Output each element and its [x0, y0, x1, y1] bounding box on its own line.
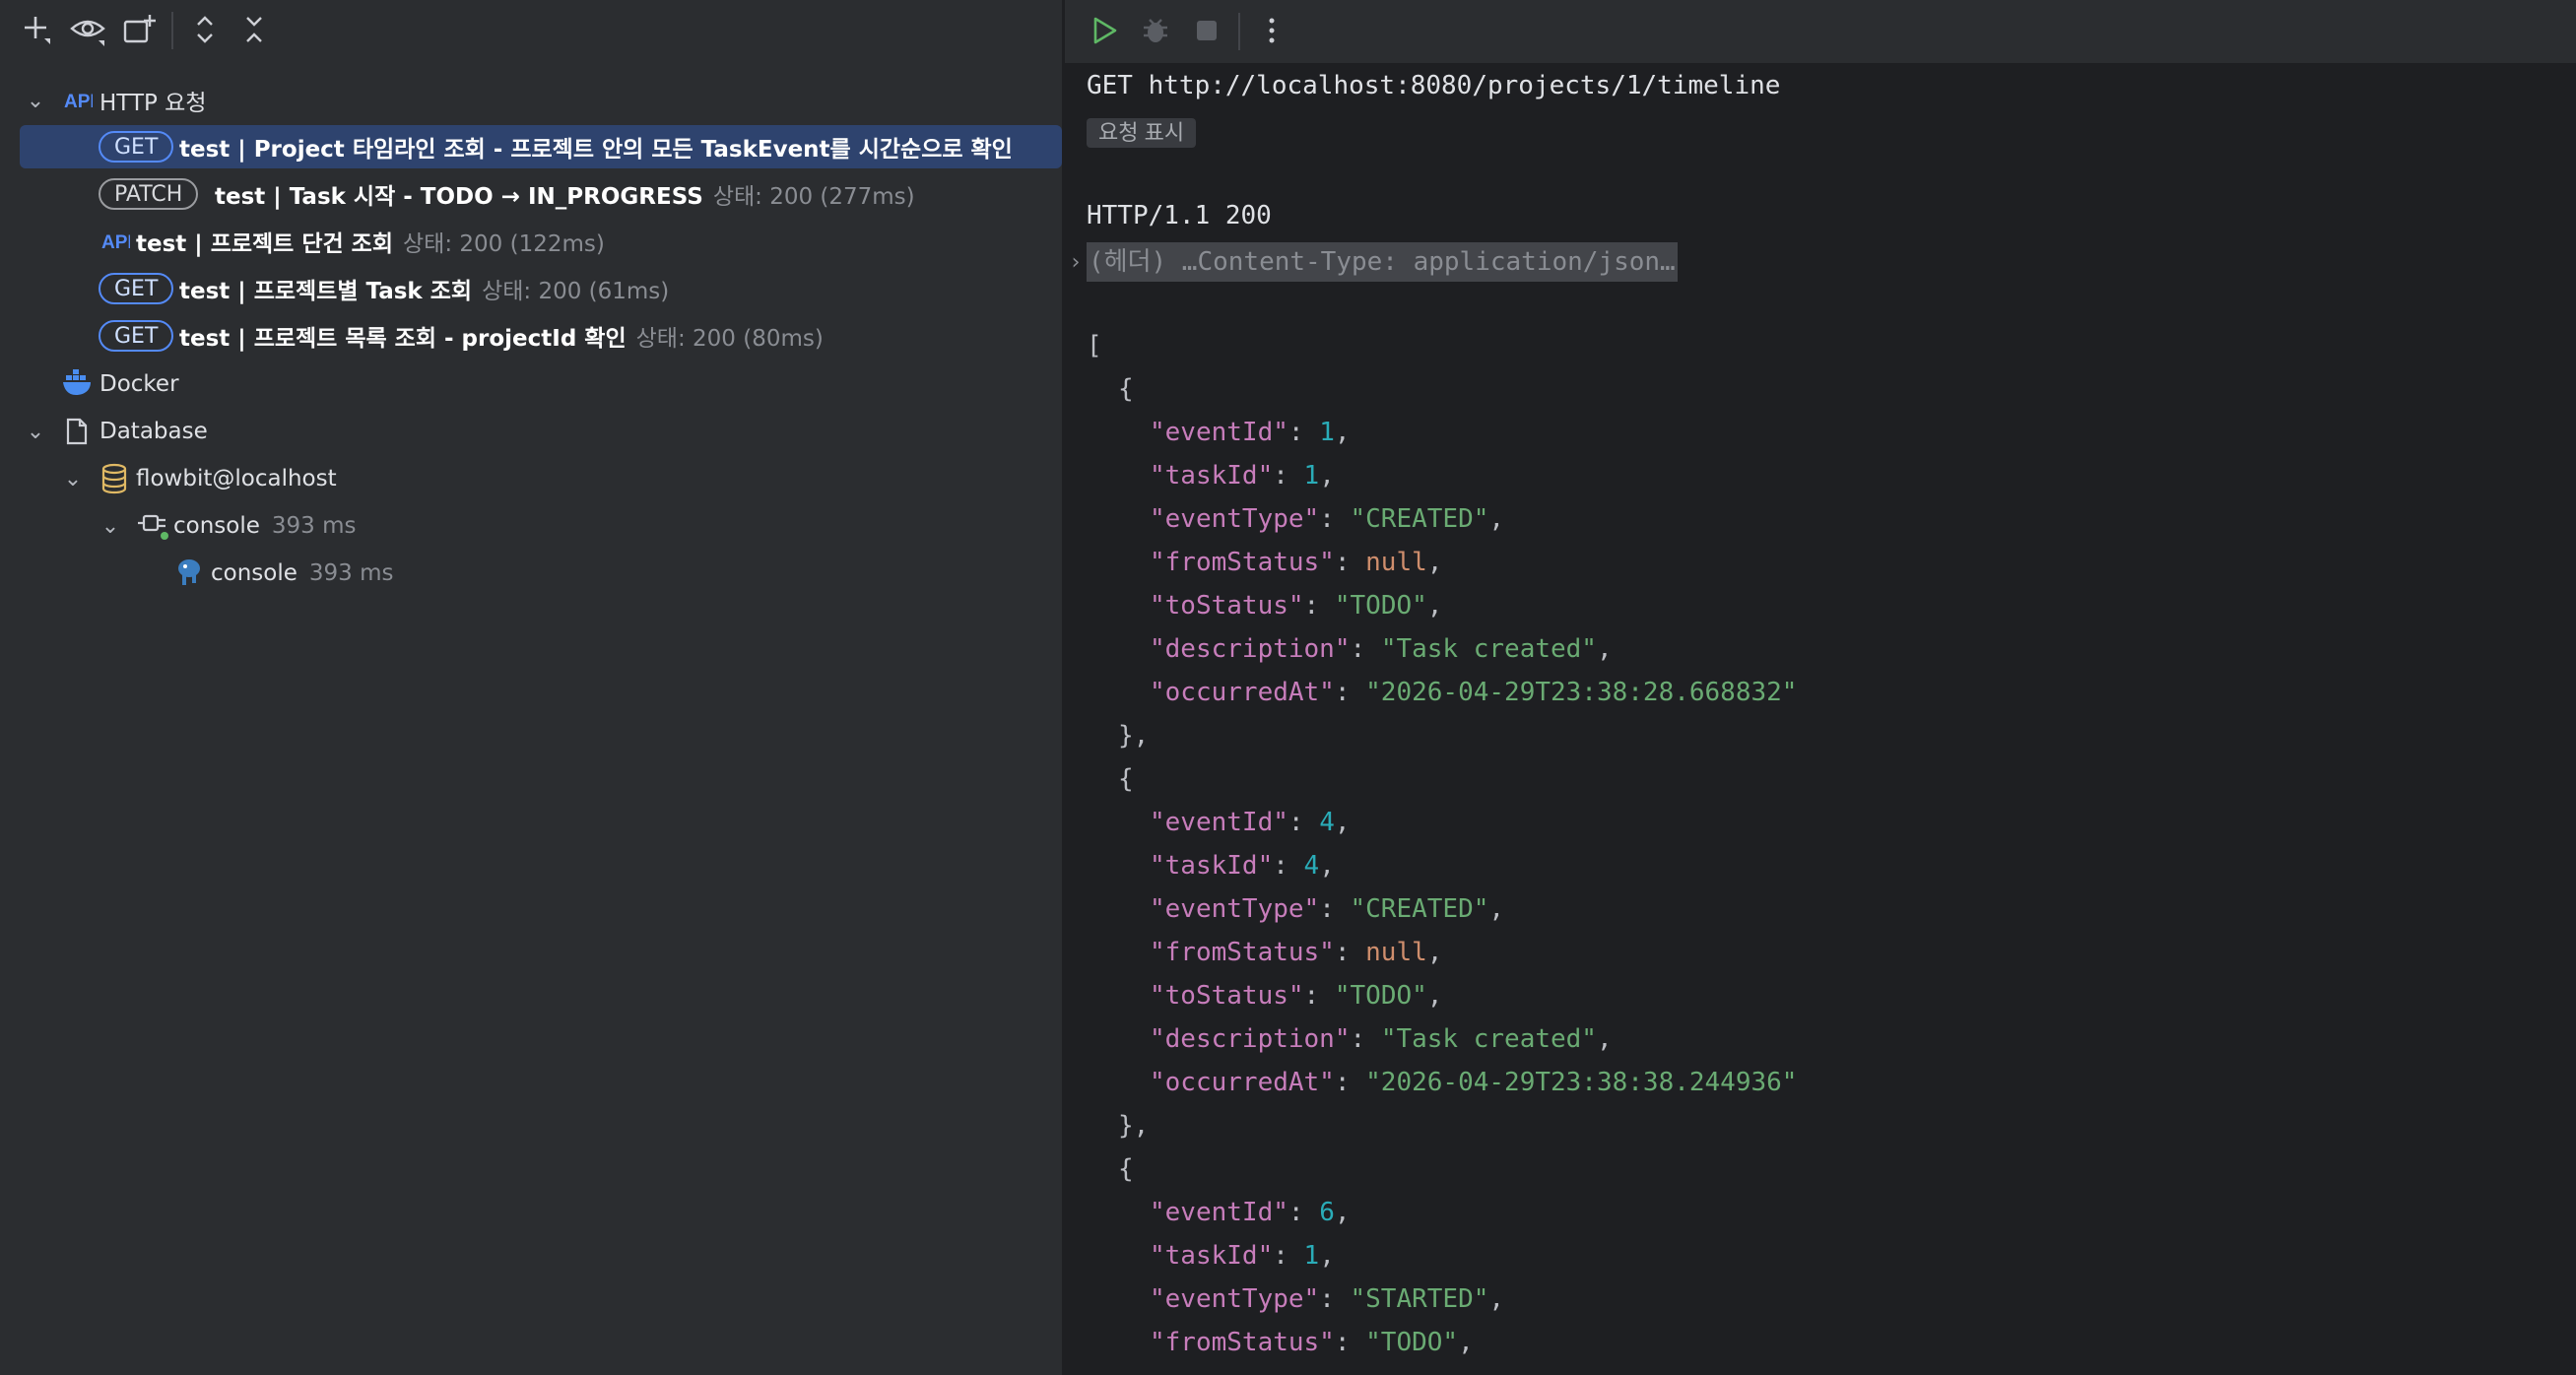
tree-node-database[interactable]: ⌄ Database — [0, 410, 1062, 453]
chevron-down-icon[interactable]: ⌄ — [61, 467, 85, 491]
request-title: test | Project 타임라인 조회 - 프로젝트 안의 모든 Task… — [179, 137, 1013, 163]
method-badge: PATCH — [99, 178, 199, 210]
json-brace: { — [1118, 764, 1134, 794]
json-line: "taskId": 1, — [1150, 461, 1335, 491]
response-panel: GET http://localhost:8080/projects/1/tim… — [1065, 0, 2576, 1375]
json-line: "eventId": 6, — [1150, 1198, 1351, 1227]
chevron-down-icon[interactable]: ⌄ — [24, 89, 47, 113]
response-toolbar — [1065, 0, 2576, 63]
run-icon[interactable] — [1087, 13, 1122, 48]
file-icon — [63, 417, 91, 446]
docker-icon — [61, 369, 95, 399]
tree-node-console[interactable]: console 393 ms — [0, 552, 1062, 595]
json-brace: }, — [1118, 1111, 1150, 1141]
json-line: "eventId": 4, — [1150, 808, 1351, 837]
database-icon — [99, 463, 130, 494]
status-line: HTTP/1.1 200 — [1087, 201, 1272, 230]
tree-node-http-requests[interactable]: ⌄ API HTTP 요청 — [0, 79, 1062, 122]
headers-summary: (헤더) …Content-Type: application/json… — [1087, 242, 1678, 282]
json-line: "fromStatus": "TODO", — [1150, 1328, 1474, 1357]
new-group-icon[interactable] — [120, 12, 158, 47]
request-status: 상태: 200 (80ms) — [635, 326, 824, 352]
svg-text:API: API — [101, 232, 130, 253]
stop-icon[interactable] — [1189, 13, 1224, 48]
json-line: "eventType": "CREATED", — [1150, 894, 1505, 924]
tree-node-label: Database — [99, 419, 208, 444]
tree-node-label: HTTP 요청 — [99, 91, 207, 116]
json-line: "toStatus": "TODO", — [1150, 591, 1443, 621]
json-line: "toStatus": "TODO", — [1150, 981, 1443, 1011]
json-line: "eventType": "CREATED", — [1150, 504, 1505, 534]
show-request-button[interactable]: 요청 표시 — [1087, 118, 1197, 148]
json-brace: { — [1118, 374, 1134, 404]
json-line: "taskId": 1, — [1150, 1241, 1335, 1271]
headers-fold[interactable]: › (헤더) …Content-Type: application/json… — [1065, 242, 1678, 282]
json-line: "eventId": 1, — [1150, 418, 1351, 447]
request-title: test | 프로젝트 목록 조회 - projectId 확인 상태: 200 … — [179, 326, 824, 352]
method-badge: GET — [99, 131, 174, 163]
add-icon[interactable] — [18, 12, 53, 47]
postgres-icon — [173, 557, 205, 589]
tree-node-datasource[interactable]: ⌄ flowbit@localhost — [0, 457, 1062, 500]
tree-node-label: console 393 ms — [211, 560, 394, 586]
session-time: 393 ms — [271, 513, 357, 539]
json-line: "fromStatus": null, — [1150, 548, 1443, 577]
request-status: 상태: 200 (277ms) — [712, 184, 915, 210]
method-badge: GET — [99, 273, 174, 304]
services-panel: ⌄ API HTTP 요청 GET test | Project 타임라인 조회… — [0, 0, 1062, 1375]
collapse-all-icon[interactable] — [236, 12, 272, 47]
request-status: 상태: 200 (61ms) — [482, 279, 670, 304]
tree-node-docker[interactable]: Docker — [0, 362, 1062, 406]
eye-icon[interactable] — [69, 12, 106, 47]
json-line: "eventType": "STARTED", — [1150, 1284, 1505, 1314]
expand-all-icon[interactable] — [187, 12, 223, 47]
json-line: "occurredAt": "2026-04-29T23:38:38.24493… — [1150, 1068, 1798, 1097]
request-item-project-tasks[interactable]: GET test | 프로젝트별 Task 조회 상태: 200 (61ms) — [0, 267, 1062, 310]
chevron-down-icon[interactable]: ⌄ — [24, 420, 47, 444]
request-item-project-list[interactable]: GET test | 프로젝트 목록 조회 - projectId 확인 상태: … — [0, 314, 1062, 358]
json-line: "occurredAt": "2026-04-29T23:38:28.66883… — [1150, 678, 1798, 707]
request-item-timeline[interactable]: GET test | Project 타임라인 조회 - 프로젝트 안의 모든 … — [20, 125, 1062, 168]
api-icon: API — [63, 86, 93, 115]
tree-node-label: Docker — [99, 371, 179, 397]
request-title: test | 프로젝트 단건 조회 상태: 200 (122ms) — [136, 231, 605, 257]
api-icon: API — [100, 227, 130, 256]
request-title: test | 프로젝트별 Task 조회 상태: 200 (61ms) — [179, 279, 670, 304]
chevron-right-icon[interactable]: › — [1065, 250, 1087, 275]
json-line: "description": "Task created", — [1150, 1024, 1613, 1054]
debug-icon[interactable] — [1138, 13, 1173, 48]
request-title: test | Task 시작 - TODO → IN_PROGRESS 상태: 2… — [215, 184, 915, 210]
request-line: GET http://localhost:8080/projects/1/tim… — [1087, 71, 1781, 100]
json-line: "taskId": 4, — [1150, 851, 1335, 881]
json-line: "fromStatus": null, — [1150, 938, 1443, 967]
more-icon[interactable] — [1254, 13, 1289, 48]
tree-node-session[interactable]: ⌄ console 393 ms — [0, 504, 1062, 548]
json-brace: { — [1118, 1154, 1134, 1184]
json-line: "description": "Task created", — [1150, 634, 1613, 664]
session-icon — [136, 510, 169, 542]
tree-node-label: console 393 ms — [173, 513, 357, 539]
method-badge: GET — [99, 320, 174, 352]
request-status: 상태: 200 (122ms) — [403, 231, 605, 257]
chevron-down-icon[interactable]: ⌄ — [99, 514, 122, 539]
request-item-task-start[interactable]: PATCH test | Task 시작 - TODO → IN_PROGRES… — [0, 172, 1062, 216]
request-item-project-detail[interactable]: API test | 프로젝트 단건 조회 상태: 200 (122ms) — [0, 220, 1062, 263]
svg-text:API: API — [64, 92, 93, 112]
json-bracket: [ — [1087, 331, 1102, 360]
console-time: 393 ms — [308, 560, 394, 586]
json-brace: }, — [1118, 721, 1150, 751]
tree-node-label: flowbit@localhost — [136, 466, 337, 491]
